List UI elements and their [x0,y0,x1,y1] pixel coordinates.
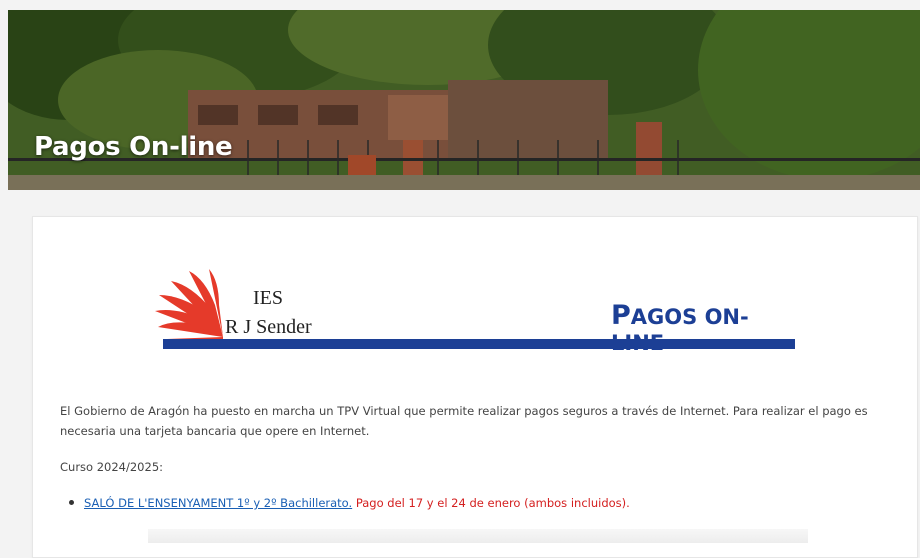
hero-banner: Pagos On-line [8,10,920,190]
logo-underline-bar [163,339,795,349]
logo-pagos-initial: P [611,300,631,331]
list-item: SALÓ DE L'ENSENYAMENT 1º y 2º Bachillera… [69,496,630,510]
page-title: Pagos On-line [34,132,233,162]
content-card: IES R J Sender PAGOS ON-LINE El Gobierno… [32,216,918,558]
logo-school-line1: IES [253,287,283,309]
logo-school-line2: R J Sender [225,316,312,338]
pagos-online-logo: IES R J Sender PAGOS ON-LINE [153,267,799,357]
course-year-label: Curso 2024/2025: [60,460,164,474]
next-section-preview [148,529,808,543]
bullet-icon [69,500,74,505]
hero-photo [8,10,920,190]
payment-dates-note: Pago del 17 y el 24 de enero (ambos incl… [352,496,630,510]
salo-ensenyament-link[interactable]: SALÓ DE L'ENSENYAMENT 1º y 2º Bachillera… [84,496,352,510]
intro-paragraph: El Gobierno de Aragón ha puesto en march… [60,404,868,438]
